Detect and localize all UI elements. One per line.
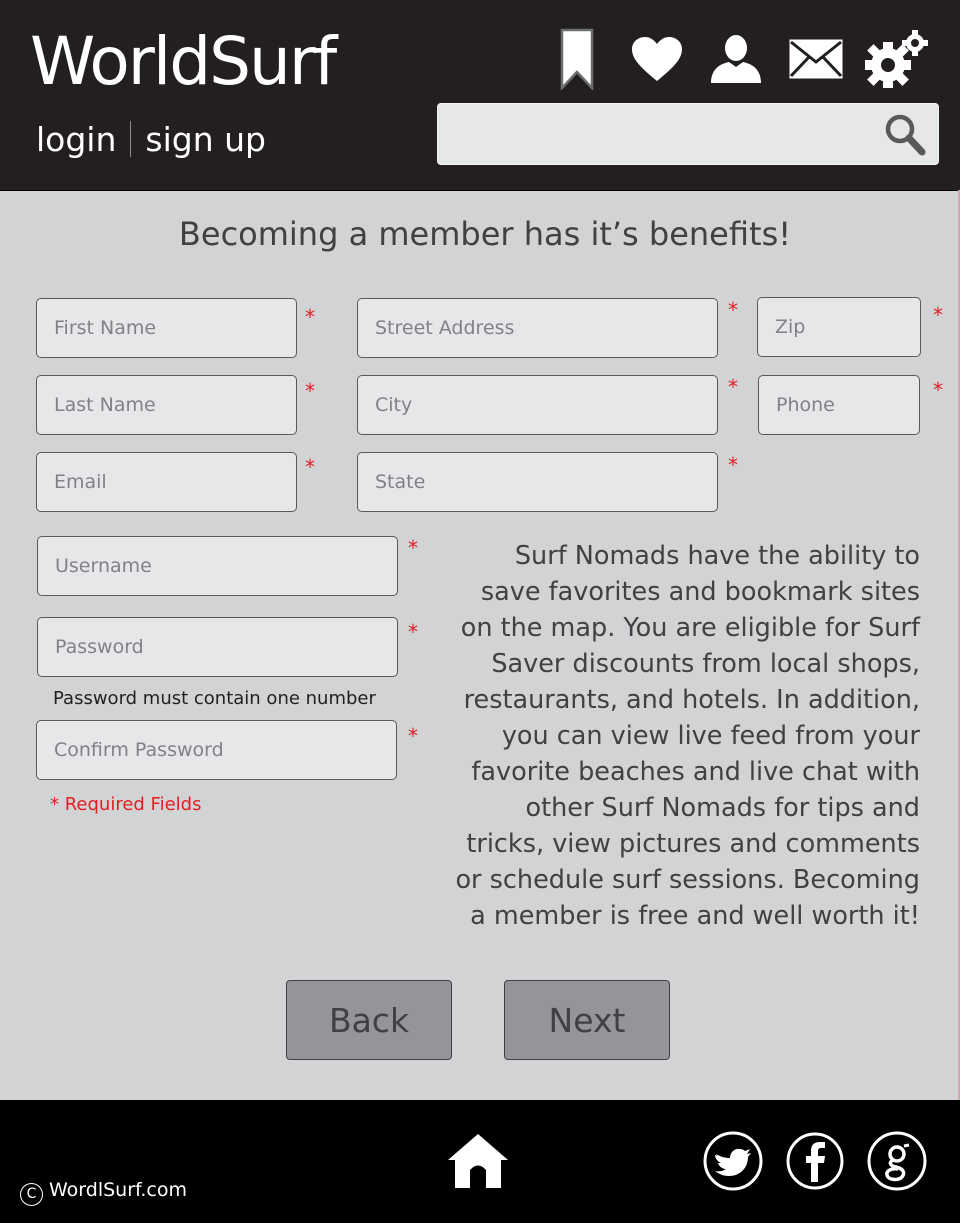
copyright-symbol: C — [20, 1183, 43, 1206]
header: WorldSurf login sign up — [0, 0, 960, 191]
signup-link[interactable]: sign up — [145, 120, 266, 159]
confirm-password-field[interactable] — [36, 720, 397, 780]
required-asterisk: * — [305, 379, 315, 403]
login-link[interactable]: login — [36, 120, 116, 159]
auth-links: login sign up — [36, 118, 266, 162]
membership-description: Surf Nomads have the ability to save fav… — [455, 541, 920, 931]
user-icon[interactable] — [709, 34, 763, 84]
heart-icon[interactable] — [630, 35, 684, 83]
required-asterisk: * — [305, 455, 315, 479]
facebook-icon[interactable] — [785, 1130, 845, 1192]
required-asterisk: * — [933, 303, 943, 327]
city-field[interactable] — [357, 375, 718, 435]
copyright-text: WordlSurf.com — [49, 1179, 187, 1201]
required-asterisk: * — [933, 378, 943, 402]
required-asterisk: * — [408, 724, 418, 748]
settings-gears-icon[interactable] — [862, 28, 930, 90]
mail-icon[interactable] — [788, 38, 844, 80]
required-fields-note: * Required Fields — [50, 794, 202, 815]
password-field[interactable] — [37, 617, 398, 677]
street-address-field[interactable] — [357, 298, 718, 358]
required-asterisk: * — [408, 536, 418, 560]
divider — [130, 121, 132, 157]
bookmark-icon[interactable] — [558, 28, 596, 90]
password-hint: Password must contain one number — [53, 688, 376, 709]
phone-field[interactable] — [758, 375, 920, 435]
required-asterisk: * — [728, 375, 738, 399]
home-icon[interactable] — [446, 1130, 510, 1190]
username-field[interactable] — [37, 536, 398, 596]
required-asterisk: * — [728, 298, 738, 322]
required-asterisk: * — [305, 305, 315, 329]
copyright: C WordlSurf.com — [20, 1178, 187, 1206]
search-icon[interactable] — [884, 113, 926, 157]
search-box — [437, 103, 939, 165]
search-input[interactable] — [448, 110, 872, 160]
next-button[interactable]: Next — [504, 980, 670, 1060]
zip-field[interactable] — [757, 297, 921, 357]
required-asterisk: * — [408, 620, 418, 644]
back-button[interactable]: Back — [286, 980, 452, 1060]
last-name-field[interactable] — [36, 375, 297, 435]
required-asterisk: * — [728, 453, 738, 477]
state-field[interactable] — [357, 452, 718, 512]
page-headline: Becoming a member has it’s benefits! — [178, 215, 792, 253]
email-field[interactable] — [36, 452, 297, 512]
google-icon[interactable] — [866, 1130, 928, 1192]
footer: C WordlSurf.com — [0, 1100, 960, 1223]
first-name-field[interactable] — [36, 298, 297, 358]
twitter-icon[interactable] — [702, 1130, 764, 1192]
logo[interactable]: WorldSurf — [30, 22, 337, 102]
